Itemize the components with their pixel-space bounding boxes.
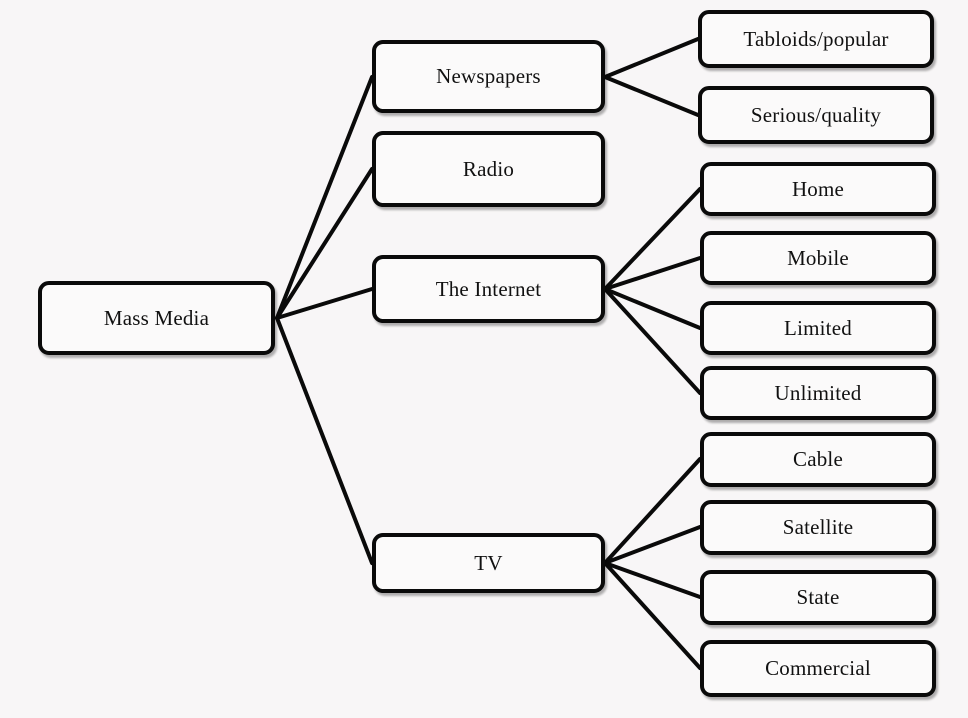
node-label-mass-media: Mass Media (103, 305, 210, 330)
node-label-commercial: Commercial (765, 656, 871, 681)
connector-newspapers-to-serious-quality (603, 75, 700, 117)
connector-tv-to-commercial (603, 561, 702, 670)
node-newspapers[interactable]: Newspapers (372, 40, 605, 113)
node-limited[interactable]: Limited (700, 301, 936, 355)
node-label-newspapers: Newspapers (436, 64, 541, 89)
connector-newspapers-to-tabloids-popular (603, 37, 700, 79)
connector-mass-media-to-newspapers (275, 75, 374, 320)
node-label-mobile: Mobile (787, 245, 849, 270)
node-mass-media[interactable]: Mass Media (38, 281, 275, 355)
node-home[interactable]: Home (700, 162, 936, 216)
node-the-internet[interactable]: The Internet (372, 255, 605, 323)
connector-tv-to-satellite (603, 525, 702, 565)
diagram-canvas: Mass Media Newspapers Tabloids/popular Seri… (0, 0, 968, 718)
node-tv[interactable]: TV (372, 533, 605, 593)
node-commercial[interactable]: Commercial (700, 640, 936, 697)
connector-mass-media-to-tv (275, 316, 374, 565)
connector-tv-to-state (603, 561, 702, 599)
node-label-radio: Radio (462, 156, 515, 181)
node-label-serious-quality: Serious/quality (750, 102, 882, 127)
connector-mass-media-to-radio (275, 167, 374, 320)
node-label-tabloids-popular: Tabloids/popular (743, 26, 889, 51)
node-label-home: Home (791, 176, 845, 201)
node-label-tv: TV (474, 550, 503, 575)
node-label-limited: Limited (784, 315, 852, 340)
node-mobile[interactable]: Mobile (700, 231, 936, 285)
node-label-the-internet: The Internet (435, 276, 542, 301)
connector-mass-media-to-the-internet (275, 287, 374, 320)
connector-the-internet-to-home (603, 187, 702, 291)
node-label-unlimited: Unlimited (774, 380, 862, 405)
node-unlimited[interactable]: Unlimited (700, 366, 936, 420)
node-label-cable: Cable (793, 447, 843, 472)
node-satellite[interactable]: Satellite (700, 500, 936, 555)
connector-the-internet-to-mobile (603, 256, 702, 291)
connector-the-internet-to-limited (603, 287, 702, 330)
node-state[interactable]: State (700, 570, 936, 625)
node-cable[interactable]: Cable (700, 432, 936, 487)
node-radio[interactable]: Radio (372, 131, 605, 207)
node-label-satellite: Satellite (782, 515, 854, 540)
connector-the-internet-to-unlimited (603, 287, 702, 395)
node-serious-quality[interactable]: Serious/quality (698, 86, 934, 144)
node-tabloids-popular[interactable]: Tabloids/popular (698, 10, 934, 68)
node-label-state: State (796, 585, 840, 610)
connector-tv-to-cable (603, 457, 702, 565)
